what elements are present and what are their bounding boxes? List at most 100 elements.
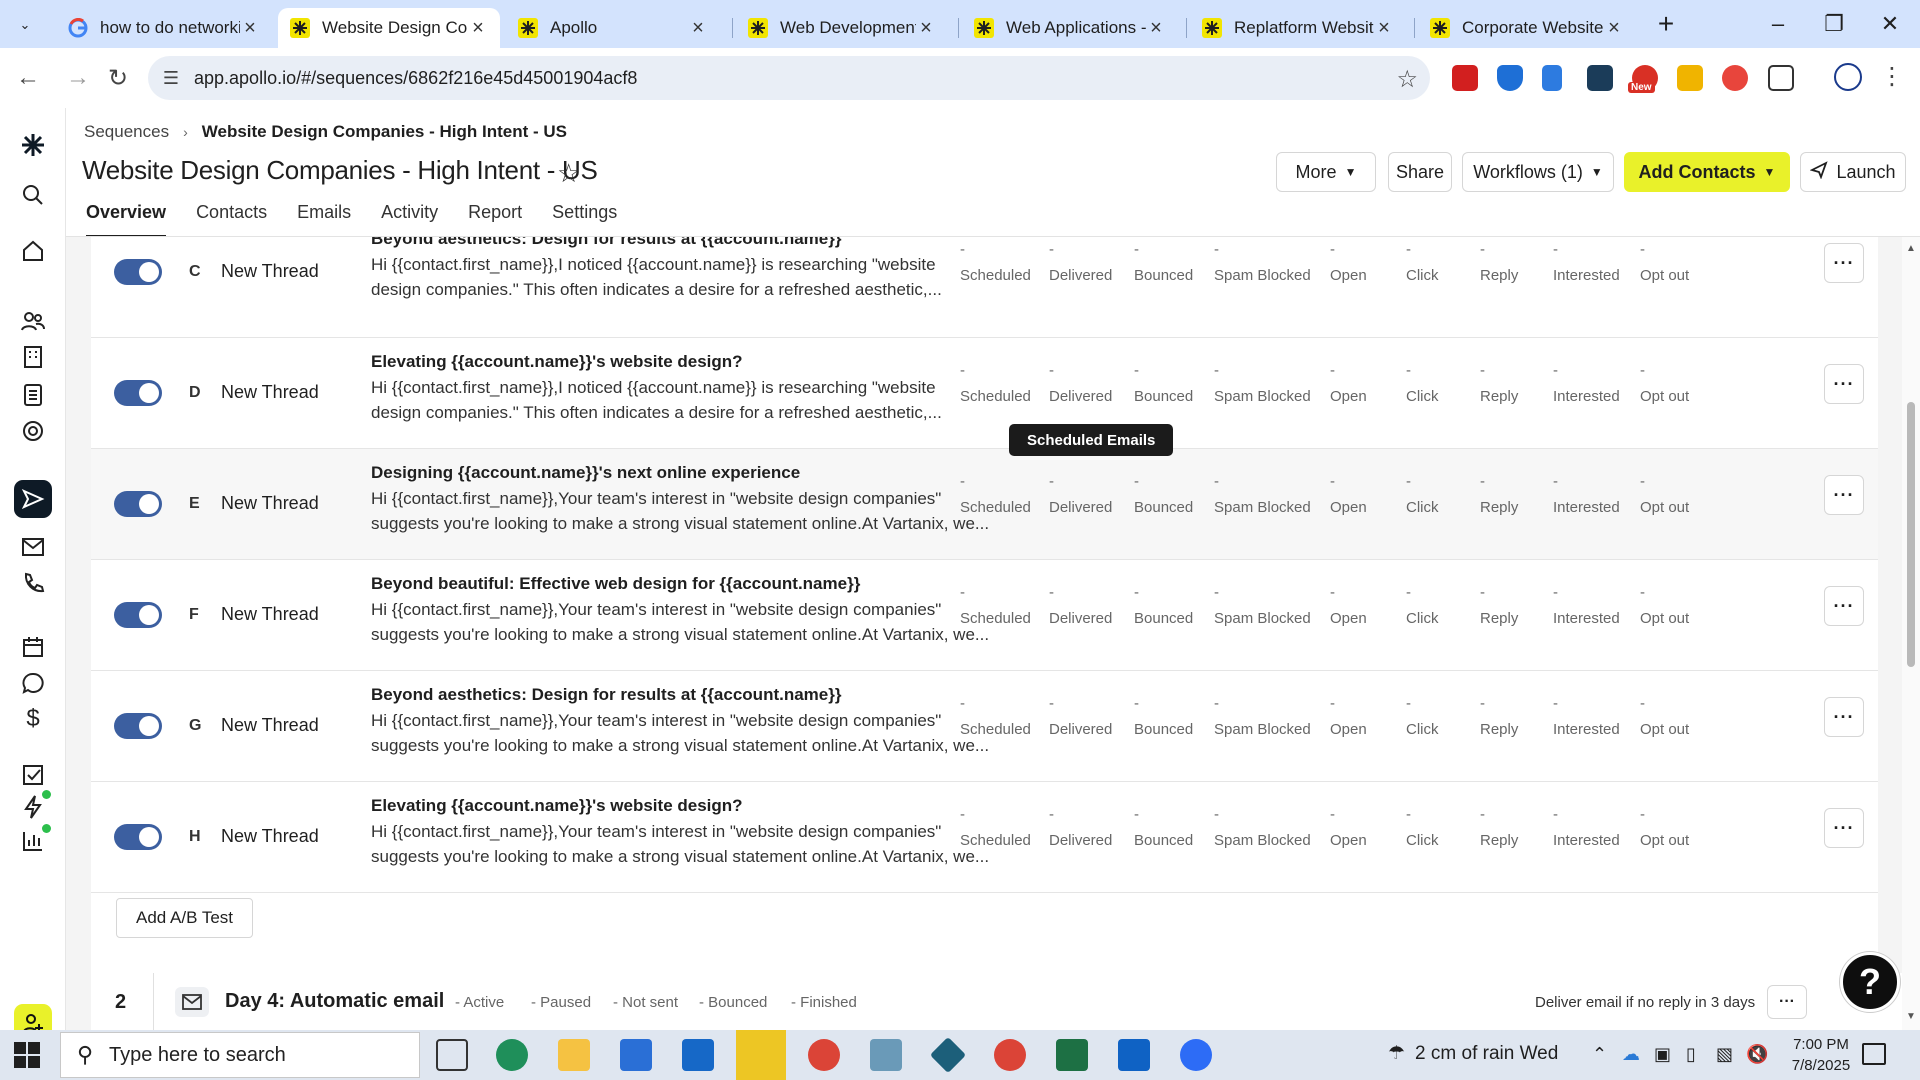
metric-open[interactable]: - Open [1330,362,1367,405]
store-icon[interactable] [620,1039,652,1071]
app-icon[interactable] [929,1036,967,1074]
mail-app-icon[interactable] [682,1039,714,1071]
chrome-icon[interactable] [808,1039,840,1071]
browser-tab-active[interactable]: Website Design Com × [278,8,500,48]
minimize-icon[interactable]: – [1748,0,1808,48]
add-ab-test-button[interactable]: Add A/B Test [116,898,253,938]
lists-icon[interactable] [18,380,48,410]
metric-click[interactable]: - Click [1406,695,1439,738]
variant-row[interactable]: E New Thread Designing {{account.name}}'s … [91,449,1878,560]
metric-click[interactable]: - Click [1406,473,1439,516]
scrollbar-thumb[interactable] [1907,402,1915,667]
close-icon[interactable]: × [688,17,708,40]
puzzle-extensions-icon[interactable] [1768,65,1794,91]
variant-row[interactable]: F New Thread Beyond beautiful: Effective w… [91,560,1878,671]
metric-reply[interactable]: - Reply [1480,695,1518,738]
metric-interested[interactable]: - Interested [1553,806,1620,849]
variant-menu-button[interactable]: ··· [1824,808,1864,848]
calendar-icon[interactable] [18,632,48,662]
file-explorer-icon[interactable] [558,1039,590,1071]
metric-bounced[interactable]: - Bounced [1134,584,1193,627]
zoom-icon[interactable] [1180,1039,1212,1071]
metric-delivered[interactable]: - Delivered [1049,806,1112,849]
metric-delivered[interactable]: - Delivered [1049,584,1112,627]
metric-click[interactable]: - Click [1406,584,1439,627]
metric-spam-blocked[interactable]: - Spam Blocked [1214,362,1311,405]
metric-opt-out[interactable]: - Opt out [1640,241,1689,284]
scroll-up-icon[interactable]: ▲ [1906,243,1916,254]
metric-interested[interactable]: - Interested [1553,362,1620,405]
browser-tab[interactable]: Web Development C × [736,8,948,48]
metric-click[interactable]: - Click [1406,362,1439,405]
metric-spam-blocked[interactable]: - Spam Blocked [1214,695,1311,738]
notification-center-icon[interactable] [1862,1043,1886,1065]
taskbar-search[interactable]: ⚲ Type here to search [60,1032,420,1078]
variant-body-preview[interactable]: Hi {{contact.first_name}},Your team's in… [371,819,991,869]
metric-reply[interactable]: - Reply [1480,241,1518,284]
volume-mute-icon[interactable]: 🔇 [1746,1044,1768,1065]
metric-opt-out[interactable]: - Opt out [1640,806,1689,849]
metric-bounced[interactable]: - Bounced [1134,473,1193,516]
close-icon[interactable]: × [468,17,488,40]
chat-icon[interactable] [18,668,48,698]
variant-menu-button[interactable]: ··· [1824,364,1864,404]
address-bar[interactable]: ☰ app.apollo.io/#/sequences/6862f216e45d… [148,56,1430,100]
breadcrumb-sequences-link[interactable]: Sequences [84,122,169,142]
tab-activity[interactable]: Activity [381,202,438,238]
variant-toggle[interactable] [114,713,162,739]
variant-subject[interactable]: Beyond aesthetics: Design for results at… [371,237,841,249]
excel-icon[interactable] [1056,1039,1088,1071]
intent-icon[interactable] [18,416,48,446]
metric-delivered[interactable]: - Delivered [1049,241,1112,284]
tasks-icon[interactable] [18,760,48,790]
metric-interested[interactable]: - Interested [1553,584,1620,627]
metric-scheduled[interactable]: - Scheduled [960,473,1031,516]
onedrive-icon[interactable]: ☁ [1622,1044,1640,1065]
reload-icon[interactable]: ↻ [100,60,136,96]
variant-subject[interactable]: Beyond beautiful: Effective web design f… [371,574,860,594]
apollo-logo-icon[interactable] [18,130,48,160]
outlook-icon[interactable] [1118,1039,1150,1071]
shield-extension-icon[interactable] [1497,65,1523,91]
metric-opt-out[interactable]: - Opt out [1640,584,1689,627]
metric-delivered[interactable]: - Delivered [1049,362,1112,405]
variant-body-preview[interactable]: Hi {{contact.first_name}},Your team's in… [371,486,991,536]
variant-toggle[interactable] [114,824,162,850]
metric-scheduled[interactable]: - Scheduled [960,241,1031,284]
variant-row[interactable]: H New Thread Elevating {{account.name}}'s … [91,782,1878,893]
task-view-icon[interactable] [436,1039,468,1071]
weather-widget[interactable]: ☂ 2 cm of rain Wed [1388,1042,1558,1065]
tab-search-icon[interactable]: ⌄ [8,9,42,41]
variant-row[interactable]: C New Thread Beyond aesthetics: Design for… [91,237,1878,338]
variant-body-preview[interactable]: Hi {{contact.first_name}},I noticed {{ac… [371,375,991,425]
metric-spam-blocked[interactable]: - Spam Blocked [1214,241,1311,284]
profile-avatar-icon[interactable] [1834,63,1862,91]
metric-scheduled[interactable]: - Scheduled [960,584,1031,627]
new-tab-button[interactable]: + [1650,8,1682,40]
variant-toggle[interactable] [114,380,162,406]
close-window-icon[interactable]: ✕ [1860,0,1920,48]
metric-spam-blocked[interactable]: - Spam Blocked [1214,584,1311,627]
companies-icon[interactable] [18,342,48,372]
chrome-icon[interactable] [994,1039,1026,1071]
metric-delivered[interactable]: - Delivered [1049,695,1112,738]
browser-tab[interactable]: Web Applications - H × [962,8,1178,48]
windows-start-icon[interactable] [14,1042,40,1068]
metric-interested[interactable]: - Interested [1553,473,1620,516]
tab-settings[interactable]: Settings [552,202,617,238]
app-icon[interactable] [870,1039,902,1071]
taskbar-clock[interactable]: 7:00 PM 7/8/2025 [1776,1034,1866,1076]
pdf-extension-icon[interactable] [1452,65,1478,91]
metric-bounced[interactable]: - Bounced [1134,806,1193,849]
metric-click[interactable]: - Click [1406,806,1439,849]
home-icon[interactable] [18,236,48,266]
camera-icon[interactable]: ▣ [1654,1044,1671,1065]
battery-icon[interactable]: ▯ [1686,1044,1696,1065]
metric-scheduled[interactable]: - Scheduled [960,362,1031,405]
metric-bounced[interactable]: - Bounced [1134,695,1193,738]
mail-icon[interactable] [18,532,48,562]
chevron-up-icon[interactable]: ⌃ [1592,1044,1607,1065]
variant-subject[interactable]: Elevating {{account.name}}'s website des… [371,352,743,372]
variant-body-preview[interactable]: Hi {{contact.first_name}},Your team's in… [371,597,991,647]
pokeball-extension-icon[interactable] [1722,65,1748,91]
